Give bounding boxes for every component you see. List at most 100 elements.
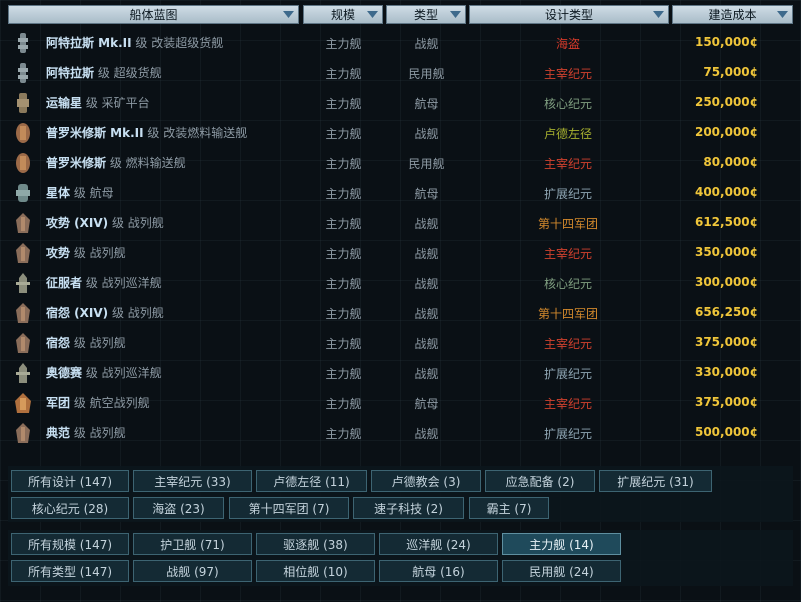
filter-size-button[interactable]: 巡洋舰 (24) [379,533,498,555]
ship-row[interactable]: 宿怨 (XIV) 级 战列舰 主力舰 战舰 第十四军团 656,250¢ [8,298,798,328]
ship-cost: 200,000¢ [694,125,758,139]
filter-type-button[interactable]: 战舰 (97) [133,560,252,582]
ship-row[interactable]: 星体 级 航母 主力舰 航母 扩展纪元 400,000¢ [8,178,798,208]
ship-name: 典范 级 战列舰 [46,424,126,441]
chevron-down-icon[interactable] [449,8,462,21]
ship-design-type: 主宰纪元 [543,397,592,411]
ship-row[interactable]: 阿特拉斯 级 超级货舰 主力舰 民用舰 主宰纪元 75,000¢ [8,58,798,88]
column-header-label: 规模 [330,8,355,22]
ship-row[interactable]: 攻势 (XIV) 级 战列舰 主力舰 战舰 第十四军团 612,500¢ [8,208,798,238]
ship-design-type: 扩展纪元 [543,427,592,441]
ship-class: 普罗米修斯 Mk.II [46,126,144,140]
column-header-size[interactable]: 规模 [303,5,383,24]
ship-class-description: 级 改装燃料输送舰 [147,126,248,140]
ship-type: 战舰 [414,127,439,141]
ship-row[interactable]: 阿特拉斯 Mk.II 级 改装超级货舰 主力舰 战舰 海盗 150,000¢ [8,28,798,58]
ship-size: 主力舰 [325,67,362,81]
filter-design-button[interactable]: 速子科技 (2) [353,497,464,519]
ship-design-type: 第十四军团 [537,217,598,231]
chevron-down-icon[interactable] [366,8,379,21]
chevron-down-icon[interactable] [652,8,665,21]
battleship-icon [14,212,32,234]
filter-design-button[interactable]: 霸主 (7) [469,497,549,519]
ship-row[interactable]: 宿怨 级 战列舰 主力舰 战舰 主宰纪元 375,000¢ [8,328,798,358]
battleship-icon [14,242,32,264]
ship-row[interactable]: 奥德赛 级 战列巡洋舰 主力舰 战舰 扩展纪元 330,000¢ [8,358,798,388]
ship-name: 阿特拉斯 级 超级货舰 [46,64,162,81]
ship-cost: 375,000¢ [694,395,758,409]
ship-class-description: 级 航空战列舰 [73,396,150,410]
ship-class: 征服者 [46,276,83,290]
ship-row[interactable]: 军团 级 航空战列舰 主力舰 航母 主宰纪元 375,000¢ [8,388,798,418]
ship-class: 典范 [46,426,71,440]
ship-class: 军团 [46,396,71,410]
ship-size: 主力舰 [325,157,362,171]
column-header-label: 设计类型 [544,8,593,22]
ship-type: 航母 [414,97,439,111]
filter-design-button[interactable]: 卢德左径 (11) [256,470,367,492]
ship-name: 攻势 级 战列舰 [46,244,126,261]
column-header-label: 建造成本 [708,8,757,22]
filter-type-button[interactable]: 航母 (16) [379,560,498,582]
ship-design-type: 第十四军团 [537,307,598,321]
ship-name: 征服者 级 战列巡洋舰 [46,274,162,291]
ship-type: 战舰 [414,247,439,261]
chevron-down-icon[interactable] [776,8,789,21]
ship-class-description: 级 战列舰 [73,336,126,350]
ship-row[interactable]: 征服者 级 战列巡洋舰 主力舰 战舰 核心纪元 300,000¢ [8,268,798,298]
ship-class: 攻势 (XIV) [46,216,109,230]
ship-class-description: 级 超级货舰 [97,66,162,80]
filter-design-button[interactable]: 海盗 (23) [133,497,224,519]
ship-row[interactable]: 普罗米修斯 级 燃料输送舰 主力舰 民用舰 主宰纪元 80,000¢ [8,148,798,178]
column-header-type[interactable]: 类型 [386,5,466,24]
ship-name: 普罗米修斯 级 燃料输送舰 [46,154,186,171]
ship-class: 宿怨 (XIV) [46,306,109,320]
filter-type-button[interactable]: 所有类型 (147) [11,560,129,582]
filter-type-button[interactable]: 相位舰 (10) [256,560,375,582]
ship-class-description: 级 战列巡洋舰 [85,276,162,290]
ship-size: 主力舰 [325,427,362,441]
ship-size: 主力舰 [325,367,362,381]
ship-class: 攻势 [46,246,71,260]
filter-design-button[interactable]: 主宰纪元 (33) [133,470,252,492]
filter-design-button[interactable]: 应急配备 (2) [485,470,595,492]
column-header-design[interactable]: 设计类型 [469,5,669,24]
ship-class-description: 级 战列舰 [111,306,164,320]
ship-cost: 375,000¢ [694,335,758,349]
ship-size: 主力舰 [325,307,362,321]
battlecruiser-icon [14,272,32,294]
ship-row[interactable]: 普罗米修斯 Mk.II 级 改装燃料输送舰 主力舰 战舰 卢德左径 200,000¢ [8,118,798,148]
column-header-cost[interactable]: 建造成本 [672,5,793,24]
ship-name: 军团 级 航空战列舰 [46,394,150,411]
ship-design-type: 扩展纪元 [543,367,592,381]
ship-row[interactable]: 运输星 级 采矿平台 主力舰 航母 核心纪元 250,000¢ [8,88,798,118]
chevron-down-icon[interactable] [282,8,295,21]
ship-size: 主力舰 [325,187,362,201]
filter-design-button[interactable]: 扩展纪元 (31) [599,470,712,492]
ship-name: 宿怨 级 战列舰 [46,334,126,351]
filter-size-button[interactable]: 护卫舰 (71) [133,533,252,555]
ship-design-type: 核心纪元 [543,277,592,291]
filter-size-button[interactable]: 驱逐舰 (38) [256,533,375,555]
carrier-ship-icon [14,182,32,204]
carrier-battleship-icon [14,392,32,414]
ship-cost: 150,000¢ [694,35,758,49]
ship-cost: 80,000¢ [703,155,758,169]
filter-design-button[interactable]: 第十四军团 (7) [229,497,349,519]
filter-design-button[interactable]: 核心纪元 (28) [11,497,129,519]
ship-class-description: 级 战列舰 [73,246,126,260]
ship-cost: 612,500¢ [694,215,758,229]
cargo-ship-icon [14,32,32,54]
filter-design-button[interactable]: 卢德教会 (3) [371,470,481,492]
ship-type: 战舰 [414,367,439,381]
filter-size-button[interactable]: 所有规模 (147) [11,533,129,555]
battleship-icon [14,332,32,354]
ship-size: 主力舰 [325,127,362,141]
filter-design-button[interactable]: 所有设计 (147) [11,470,129,492]
filter-type-button[interactable]: 民用舰 (24) [502,560,621,582]
ship-row[interactable]: 攻势 级 战列舰 主力舰 战舰 主宰纪元 350,000¢ [8,238,798,268]
filter-size-button[interactable]: 主力舰 (14) [502,533,621,555]
ship-row[interactable]: 典范 级 战列舰 主力舰 战舰 扩展纪元 500,000¢ [8,418,798,448]
column-header-blueprint[interactable]: 船体蓝图 [8,5,299,24]
ship-name: 普罗米修斯 Mk.II 级 改装燃料输送舰 [46,124,247,141]
